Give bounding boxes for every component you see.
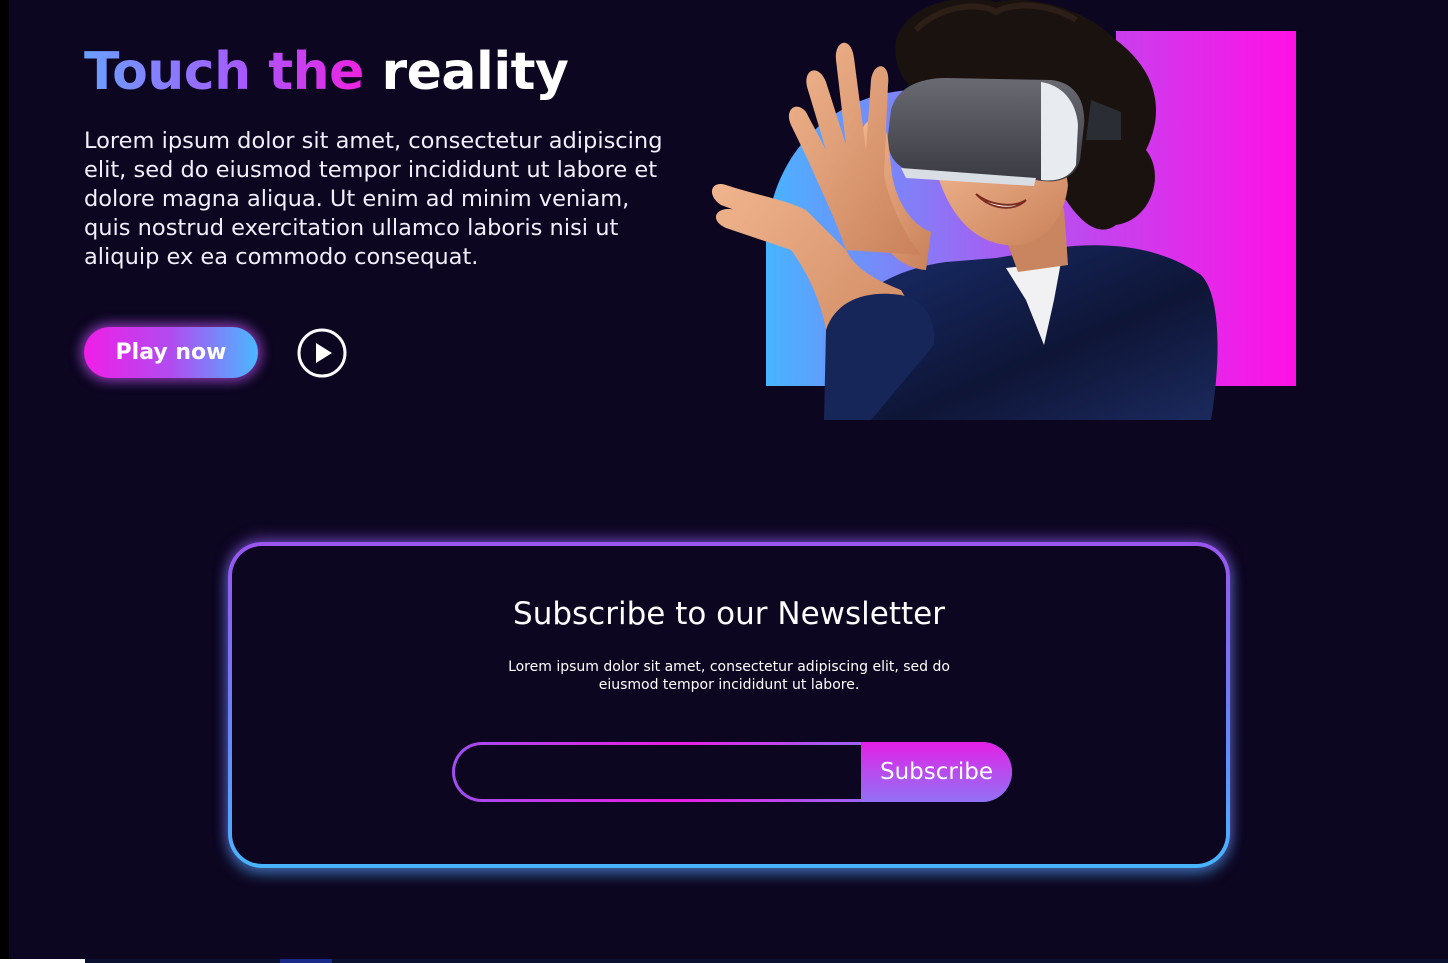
newsletter-card: Subscribe to our Newsletter Lorem ipsum … bbox=[228, 542, 1230, 868]
newsletter-title: Subscribe to our Newsletter bbox=[513, 596, 945, 632]
hero-title: Touch the reality bbox=[84, 42, 569, 102]
play-now-button[interactable]: Play now bbox=[84, 327, 258, 378]
email-input[interactable] bbox=[472, 748, 846, 792]
bottom-strip-segment bbox=[280, 959, 332, 963]
left-edge-bar bbox=[0, 0, 9, 963]
hero-vr-image bbox=[711, 0, 1296, 420]
landing-page: Touch the reality Lorem ipsum dolor sit … bbox=[0, 0, 1448, 963]
newsletter-form: Subscribe bbox=[452, 742, 1012, 802]
hero-title-plain: reality bbox=[381, 42, 569, 102]
play-video-button[interactable] bbox=[297, 328, 347, 378]
newsletter-description: Lorem ipsum dolor sit amet, consectetur … bbox=[508, 659, 950, 693]
subscribe-button[interactable]: Subscribe bbox=[861, 742, 1012, 802]
bottom-edge-strip bbox=[0, 959, 1448, 963]
bottom-strip-segment bbox=[0, 959, 85, 963]
play-circle-icon bbox=[297, 328, 347, 378]
hero-title-gradient: Touch the bbox=[84, 42, 364, 102]
hero-description: Lorem ipsum dolor sit amet, consectetur … bbox=[84, 128, 663, 270]
